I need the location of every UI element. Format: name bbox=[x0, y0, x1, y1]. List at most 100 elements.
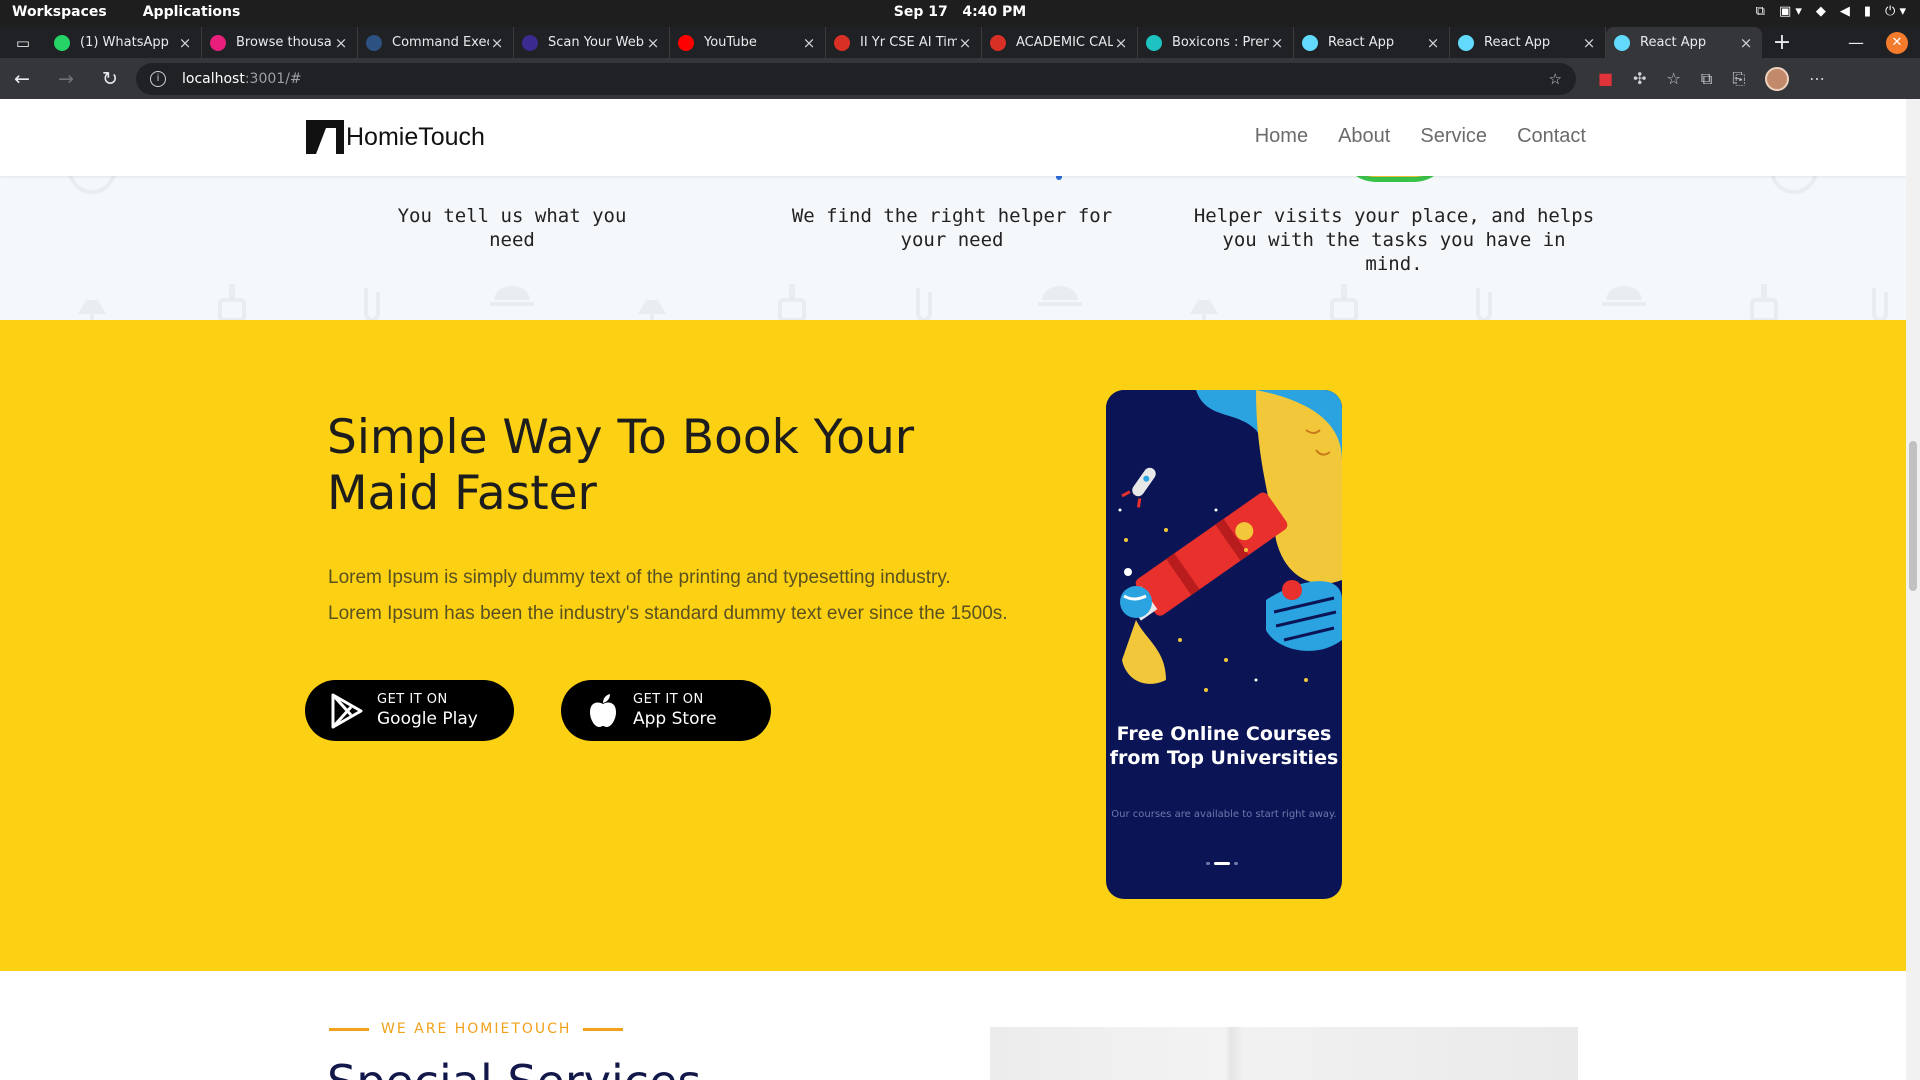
power-menu-icon[interactable]: ⏻ ▾ bbox=[1885, 4, 1906, 19]
favorites-icon[interactable]: ☆ bbox=[1667, 69, 1681, 88]
promo-heading: Simple Way To Book Your Maid Faster bbox=[327, 410, 915, 521]
app-store-button[interactable]: GET IT ON App Store bbox=[561, 680, 771, 741]
wifi-icon[interactable]: ◆ bbox=[1816, 4, 1826, 19]
tab-title: II Yr CSE AI Tim bbox=[860, 35, 957, 50]
window-close-icon[interactable]: ✕ bbox=[1886, 31, 1908, 54]
tab-title: Boxicons : Prem bbox=[1172, 35, 1269, 50]
browser-tab[interactable]: II Yr CSE AI Tim × bbox=[826, 27, 982, 58]
nav-contact[interactable]: Contact bbox=[1517, 125, 1586, 148]
phone-screen-title: Free Online Courses from Top Universitie… bbox=[1109, 723, 1339, 769]
boxicons-icon bbox=[1146, 34, 1162, 51]
google-play-small-label: GET IT ON bbox=[377, 691, 448, 707]
browser-tab[interactable]: Scan Your Web × bbox=[514, 27, 670, 58]
bookmark-star-icon[interactable]: ☆ bbox=[1549, 70, 1562, 88]
step-text-2: We find the right helper for your need bbox=[791, 205, 1113, 251]
services-kicker: WE ARE HOMIETOUCH bbox=[329, 1021, 624, 1037]
share-icon[interactable]: ⎘ bbox=[1732, 69, 1745, 89]
tab-close-icon[interactable]: × bbox=[1738, 34, 1754, 52]
services-section: WE ARE HOMIETOUCH Special Services bbox=[0, 971, 1906, 1080]
scanner-icon bbox=[522, 34, 538, 51]
tab-title: React App bbox=[1484, 35, 1551, 50]
battery-icon[interactable]: ▮ bbox=[1864, 4, 1871, 19]
app-store-small-label: GET IT ON bbox=[633, 691, 704, 707]
browser-tab[interactable]: React App × bbox=[1294, 27, 1450, 58]
extension-red-icon[interactable]: ■ bbox=[1598, 69, 1613, 88]
page-scrollbar[interactable] bbox=[1906, 99, 1920, 1080]
browser-tab[interactable]: React App × bbox=[1450, 27, 1606, 58]
minimize-icon[interactable]: — bbox=[1848, 33, 1864, 52]
google-play-button[interactable]: GET IT ON Google Play bbox=[305, 680, 514, 741]
nav-home[interactable]: Home bbox=[1255, 125, 1308, 148]
network-tray-icon[interactable]: ⧉ bbox=[1756, 4, 1765, 19]
extensions-icon[interactable]: ✣ bbox=[1633, 69, 1646, 88]
dribbble-icon bbox=[210, 34, 226, 51]
clock-time: 4:40 PM bbox=[962, 4, 1027, 20]
clipboard-icon[interactable]: ▣ ▾ bbox=[1779, 4, 1802, 19]
phone-pager-dots bbox=[1206, 862, 1238, 865]
tab-close-icon[interactable]: × bbox=[801, 34, 817, 52]
youtube-icon bbox=[678, 34, 694, 51]
tab-title: ACADEMIC CALE bbox=[1016, 35, 1113, 50]
browser-tab[interactable]: (1) WhatsApp × bbox=[46, 27, 202, 58]
google-play-label: Google Play bbox=[377, 708, 478, 729]
nav-about[interactable]: About bbox=[1338, 125, 1390, 148]
back-button[interactable]: ← bbox=[0, 58, 44, 99]
tab-close-icon[interactable]: × bbox=[1269, 34, 1285, 52]
scrollbar-thumb[interactable] bbox=[1909, 441, 1917, 591]
pager-dot bbox=[1206, 862, 1210, 865]
url-host: localhost bbox=[182, 70, 245, 87]
step-text-3: Helper visits your place, and helps you … bbox=[1193, 205, 1595, 275]
tab-title: React App bbox=[1328, 35, 1395, 50]
tab-title: Command Exec bbox=[392, 35, 489, 50]
kicker-line bbox=[583, 1027, 624, 1031]
phone-screen-subtitle: Our courses are available to start right… bbox=[1111, 809, 1337, 820]
tab-close-icon[interactable]: × bbox=[645, 34, 661, 52]
tab-close-icon[interactable]: × bbox=[177, 34, 193, 52]
react-icon bbox=[1302, 34, 1318, 51]
whatsapp-icon bbox=[54, 34, 70, 51]
reload-button[interactable]: ↻ bbox=[88, 58, 132, 99]
tab-title: Browse thousa bbox=[236, 35, 332, 50]
browser-tab[interactable]: React App × bbox=[1606, 27, 1762, 58]
nav-service[interactable]: Service bbox=[1420, 125, 1487, 148]
browser-tab[interactable]: Browse thousa × bbox=[202, 27, 358, 58]
google-play-icon bbox=[331, 693, 363, 728]
browser-tab[interactable]: ACADEMIC CALE × bbox=[982, 27, 1138, 58]
tab-close-icon[interactable]: × bbox=[1425, 34, 1441, 52]
new-tab-button[interactable]: + bbox=[1762, 27, 1802, 58]
browser-menu-icon[interactable]: ⋯ bbox=[1809, 69, 1825, 88]
kicker-line bbox=[329, 1027, 369, 1031]
browser-toolbar: ← → ↻ i localhost:3001/# ☆ ■ ✣ ☆ ⧉ ⎘ ⋯ bbox=[0, 58, 1920, 99]
tab-title: (1) WhatsApp bbox=[80, 35, 169, 50]
url-path: :3001/# bbox=[244, 70, 302, 87]
tab-close-icon[interactable]: × bbox=[489, 34, 505, 52]
brand-name: HomieTouch bbox=[346, 122, 485, 151]
promo-body: Lorem Ipsum is simply dummy text of the … bbox=[328, 567, 1008, 624]
site-header: HomieTouch Home About Service Contact bbox=[0, 99, 1906, 176]
services-heading: Special Services bbox=[327, 1055, 701, 1080]
hackerrank-icon bbox=[366, 34, 382, 51]
browser-tab[interactable]: Command Exec × bbox=[358, 27, 514, 58]
collections-icon[interactable]: ⧉ bbox=[1701, 69, 1712, 89]
phone-mockup: Free Online Courses from Top Universitie… bbox=[1106, 390, 1342, 899]
react-icon bbox=[1614, 34, 1630, 51]
forward-button[interactable]: → bbox=[44, 58, 88, 99]
site-info-icon[interactable]: i bbox=[150, 70, 166, 87]
services-photo bbox=[990, 1027, 1578, 1080]
profile-avatar[interactable] bbox=[1765, 66, 1790, 91]
step-text-1: You tell us what you need bbox=[397, 205, 627, 251]
browser-tab[interactable]: YouTube × bbox=[670, 27, 826, 58]
tab-close-icon[interactable]: × bbox=[1113, 34, 1129, 52]
address-bar[interactable]: i localhost:3001/# ☆ bbox=[136, 62, 1576, 95]
app-promo-section: Simple Way To Book Your Maid Faster Lore… bbox=[0, 320, 1906, 971]
tab-close-icon[interactable]: × bbox=[333, 34, 349, 52]
tab-close-icon[interactable]: × bbox=[1581, 34, 1597, 52]
tab-search-icon[interactable]: ▭ bbox=[0, 27, 46, 58]
site-logo[interactable]: HomieTouch bbox=[306, 120, 485, 154]
tab-close-icon[interactable]: × bbox=[957, 34, 973, 52]
pager-dot bbox=[1234, 862, 1238, 865]
clock[interactable]: Sep 17 4:40 PM bbox=[0, 4, 1920, 20]
volume-icon[interactable]: ◀ bbox=[1840, 4, 1850, 19]
browser-tab[interactable]: Boxicons : Prem × bbox=[1138, 27, 1294, 58]
logo-mark-icon bbox=[306, 120, 344, 154]
